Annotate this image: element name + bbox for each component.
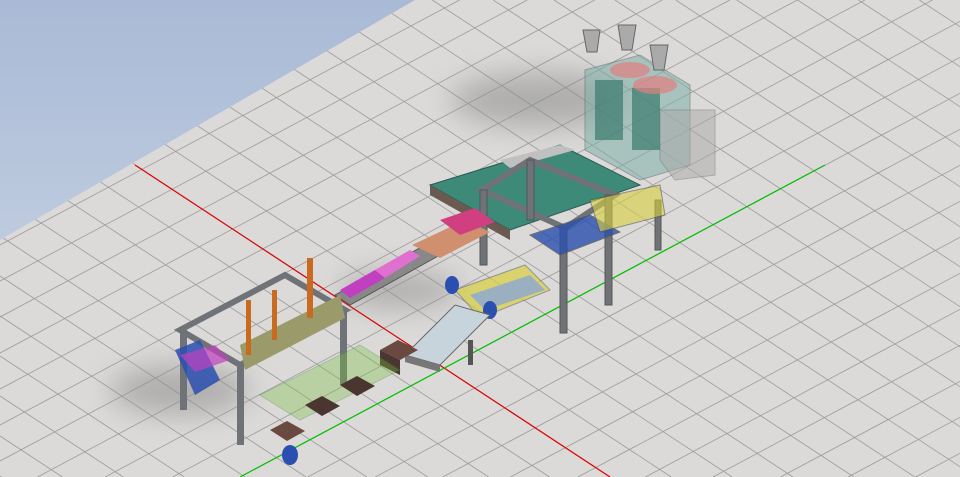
cad-viewport[interactable] bbox=[0, 0, 960, 477]
hopper-left bbox=[610, 62, 650, 78]
hopper-right bbox=[633, 76, 677, 94]
motor bbox=[282, 445, 298, 465]
motor bbox=[445, 276, 459, 294]
